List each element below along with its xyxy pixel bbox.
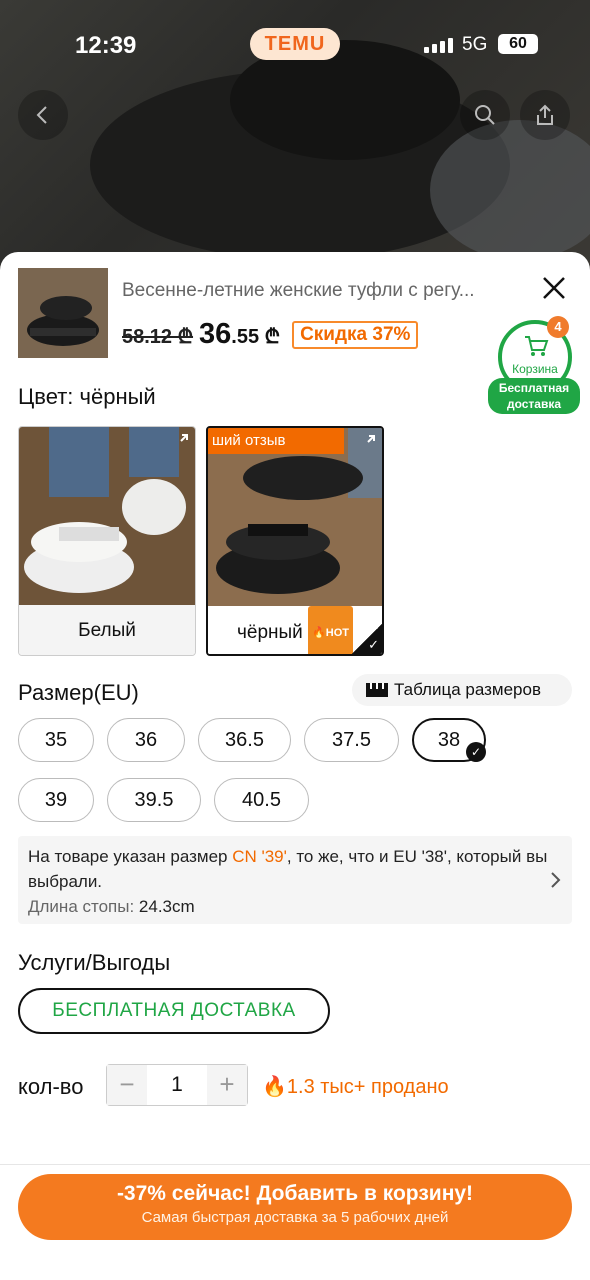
signal-icon bbox=[424, 38, 453, 53]
free-shipping-badge: БЕСПЛАТНАЯ ДОСТАВКА bbox=[18, 988, 330, 1034]
size-highlight: CN '39' bbox=[232, 847, 287, 866]
size-option[interactable]: 35 bbox=[18, 718, 94, 762]
color-heading: Цвет: чёрный bbox=[18, 384, 156, 409]
color-option-white[interactable]: Белый bbox=[18, 426, 196, 656]
size-option[interactable]: 36.5 bbox=[198, 718, 291, 762]
cart-icon bbox=[525, 336, 549, 356]
quantity-value[interactable]: 1 bbox=[147, 1065, 207, 1105]
chevron-right-icon bbox=[551, 872, 561, 888]
quantity-increase-button[interactable]: + bbox=[207, 1065, 247, 1105]
color-option-label: Белый bbox=[19, 605, 195, 655]
share-icon bbox=[537, 104, 553, 125]
free-delivery-badge: Бесплатная доставка bbox=[488, 378, 580, 414]
size-info-panel[interactable]: На товаре указан размер CN '39', то же, … bbox=[18, 836, 572, 924]
cart-button[interactable]: Корзина 4 Бесплатная доставка bbox=[488, 316, 580, 420]
review-tag: ший отзыв bbox=[208, 428, 344, 454]
size-option[interactable]: 39 bbox=[18, 778, 94, 822]
selected-check-icon: ✓ bbox=[352, 624, 382, 654]
discount-badge: Скидка 37% bbox=[292, 320, 419, 349]
add-to-cart-button[interactable]: -37% сейчас! Добавить в корзину! Самая б… bbox=[18, 1174, 572, 1240]
product-title[interactable]: Весенне-летние женские туфли с регу... bbox=[122, 280, 512, 302]
foot-length-value: 24.3cm bbox=[138, 897, 195, 916]
cart-count-badge: 4 bbox=[547, 316, 569, 338]
size-option[interactable]: 36 bbox=[107, 718, 185, 762]
cta-title: -37% сейчас! Добавить в корзину! bbox=[116, 1182, 474, 1205]
sold-count: 🔥1.3 тыс+ продано bbox=[262, 1076, 449, 1098]
back-button[interactable] bbox=[18, 90, 68, 140]
old-price: 58.12 ₾ bbox=[122, 326, 194, 348]
status-bar: 12:39 TEMU 5G 60 bbox=[0, 28, 590, 64]
price-row: 58.12 ₾ 36.55 ₾ Скидка 37% bbox=[122, 318, 419, 351]
divider bbox=[0, 1164, 590, 1165]
battery-icon: 60 bbox=[498, 34, 538, 54]
size-option[interactable]: 37.5 bbox=[304, 718, 399, 762]
size-option-selected[interactable]: 38 ✓ bbox=[412, 718, 486, 762]
sku-selector-sheet: Весенне-летние женские туфли с регу... 5… bbox=[0, 252, 590, 1280]
temu-logo: TEMU bbox=[250, 28, 340, 60]
services-heading: Услуги/Выгоды bbox=[18, 950, 171, 975]
chevron-left-icon bbox=[36, 106, 47, 124]
ruler-icon bbox=[366, 683, 388, 697]
share-button[interactable] bbox=[520, 90, 570, 140]
fire-icon: 🔥 bbox=[262, 1076, 287, 1098]
size-heading: Размер(EU) bbox=[18, 680, 139, 705]
check-icon: ✓ bbox=[466, 742, 486, 762]
cta-subtitle: Самая быстрая доставка за 5 рабочих дней bbox=[141, 1209, 449, 1226]
search-icon bbox=[475, 105, 495, 125]
quantity-label: кол-во bbox=[18, 1074, 84, 1099]
close-icon bbox=[543, 277, 565, 299]
cart-label: Корзина bbox=[512, 362, 558, 376]
quantity-stepper: − 1 + bbox=[106, 1064, 248, 1106]
size-option[interactable]: 40.5 bbox=[214, 778, 309, 822]
quantity-decrease-button[interactable]: − bbox=[107, 1065, 147, 1105]
expand-icon[interactable] bbox=[360, 434, 376, 455]
close-button[interactable] bbox=[540, 274, 568, 302]
search-button[interactable] bbox=[460, 90, 510, 140]
current-price: 36.55 ₾ bbox=[199, 318, 281, 350]
network-type: 5G bbox=[462, 34, 488, 55]
status-time: 12:39 bbox=[75, 32, 137, 59]
product-thumbnail bbox=[18, 268, 108, 358]
hot-badge: 🔥HOT bbox=[308, 606, 353, 654]
expand-icon[interactable] bbox=[173, 433, 189, 454]
size-option[interactable]: 39.5 bbox=[107, 778, 201, 822]
size-chart-button[interactable]: Таблица размеров bbox=[352, 674, 572, 706]
color-option-black[interactable]: ший отзыв чёрный 🔥HOT ✓ bbox=[206, 426, 384, 656]
